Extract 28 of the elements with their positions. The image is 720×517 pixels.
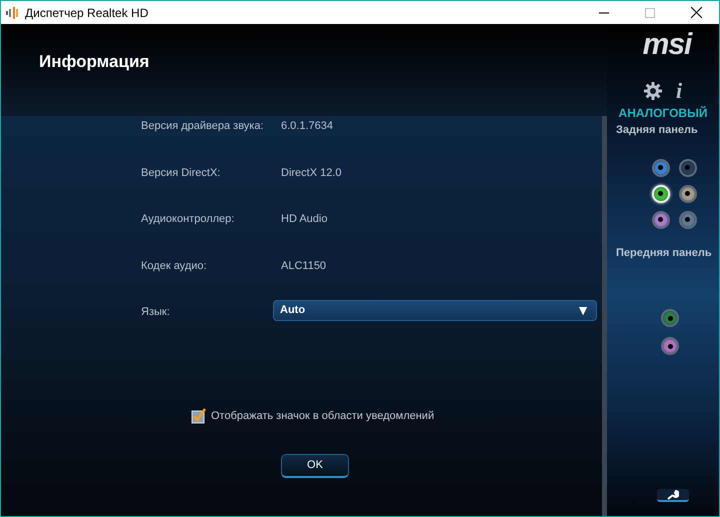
language-label: Язык: — [141, 305, 171, 320]
field-value: ALC1150 — [281, 258, 326, 274]
language-dropdown[interactable]: Auto ▼ — [273, 300, 597, 321]
section-title: АНАЛОГОВЫЙ — [618, 105, 708, 122]
field-value: DirectX 12.0 — [281, 166, 342, 180]
brand-logo: msi — [642, 30, 692, 60]
wrench-icon — [667, 490, 679, 500]
tray-icon-checkbox[interactable] — [191, 408, 207, 424]
field-label: Версия DirectX: — [141, 166, 222, 180]
audio-jack[interactable] — [678, 184, 696, 202]
ok-button[interactable]: OK — [281, 454, 349, 478]
settings-icon[interactable] — [644, 82, 662, 100]
field-label: Версия драйвера звука: — [141, 119, 265, 134]
field-value: 6.0.1.7634 — [281, 119, 333, 134]
page-title: Информация — [39, 52, 150, 72]
panel-title: Задняя панель — [616, 123, 698, 138]
field-label: Кодек аудио: — [141, 258, 208, 274]
info-button[interactable]: i — [676, 80, 682, 102]
panel-title: Передняя панель — [616, 246, 712, 260]
field-label: Аудиоконтроллер: — [141, 212, 236, 227]
close-icon — [690, 7, 702, 18]
audio-jack[interactable] — [652, 210, 670, 228]
speaker-app-icon — [5, 6, 21, 20]
field-value: HD Audio — [281, 212, 328, 227]
wrench-button[interactable] — [657, 489, 689, 502]
maximize-icon — [645, 8, 655, 18]
window-title: Диспетчер Realtek HD — [25, 4, 148, 22]
checkbox-label: Отображать значок в области уведомлений — [211, 408, 434, 424]
